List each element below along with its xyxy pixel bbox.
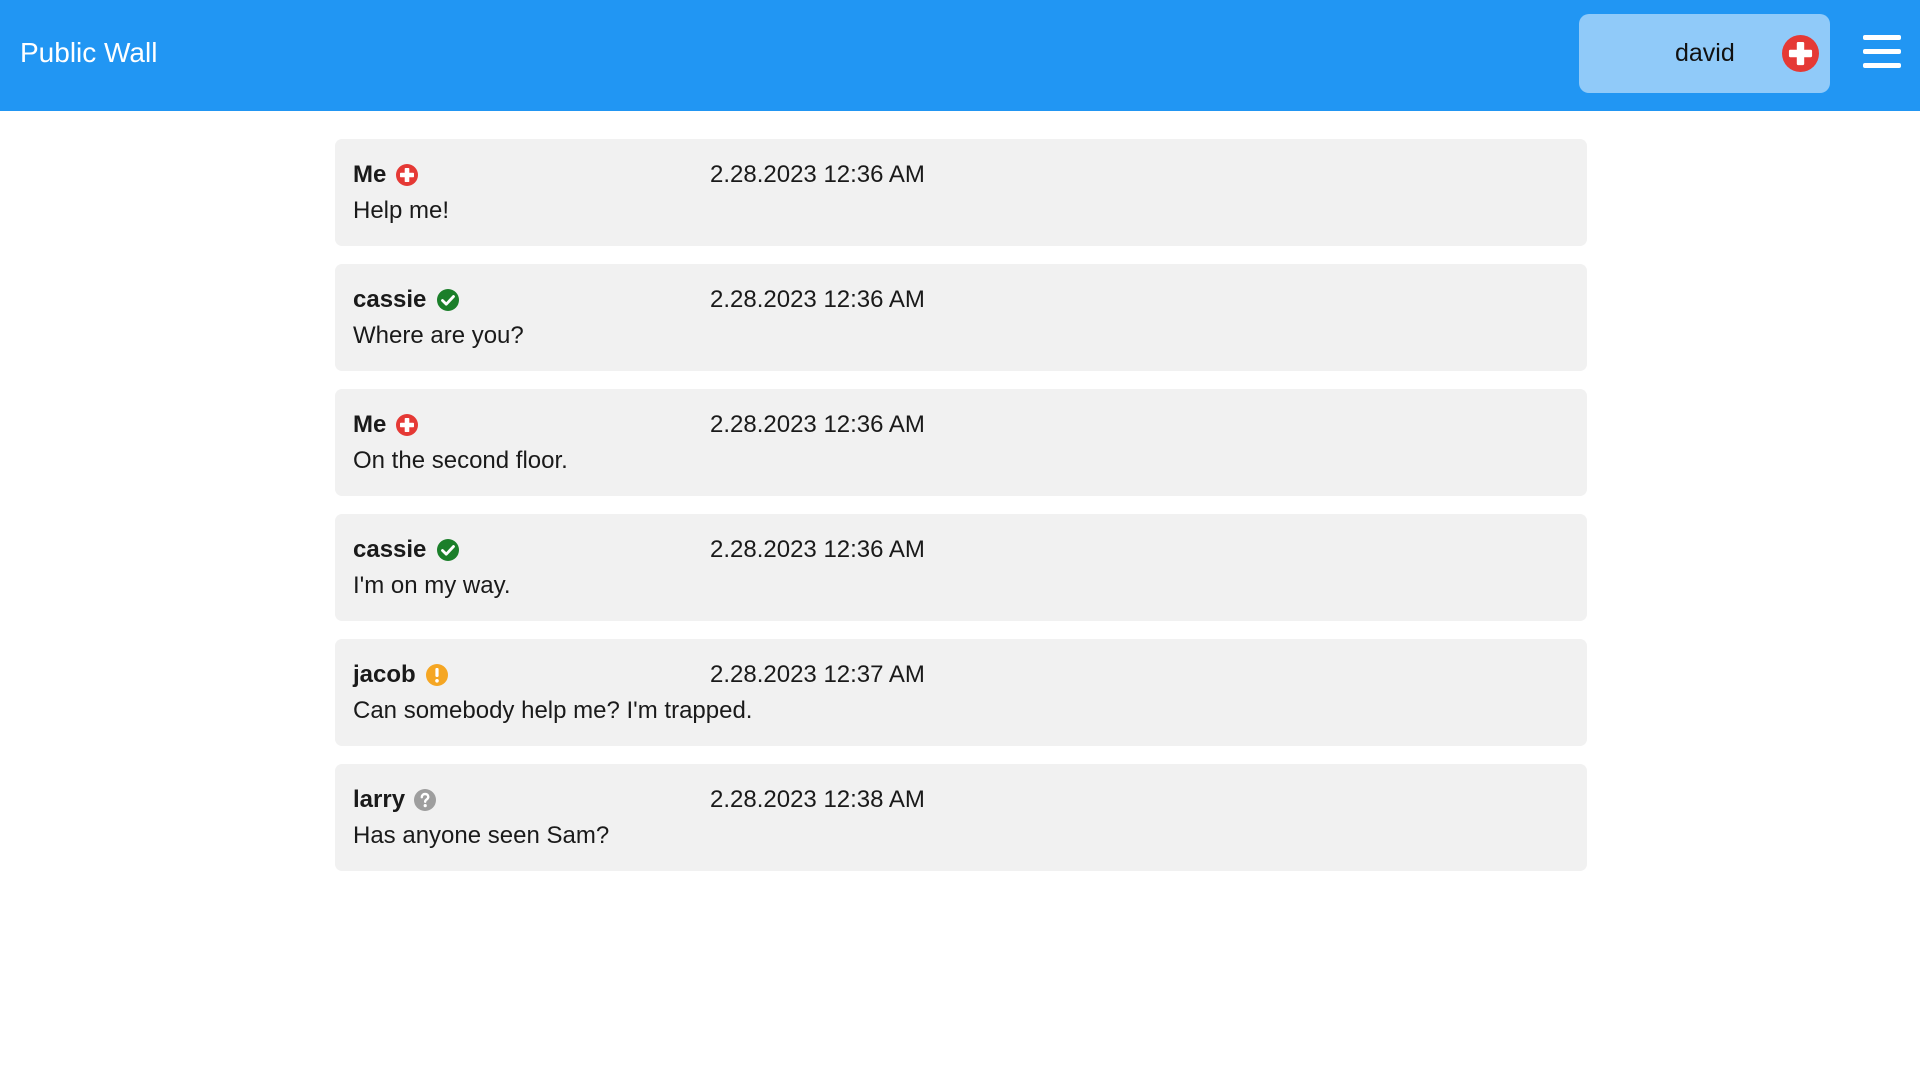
username-label: david bbox=[1675, 39, 1735, 67]
message-text: On the second floor. bbox=[353, 447, 568, 474]
message-text: Where are you? bbox=[353, 322, 524, 349]
message-author: Me bbox=[353, 161, 387, 188]
message-card: cassie 2.28.2023 12:36 AM I'm on my way. bbox=[335, 514, 1587, 621]
page-title: Public Wall bbox=[20, 37, 158, 68]
green-check-icon bbox=[436, 288, 460, 312]
message-card: jacob 2.28.2023 12:37 AM Can somebody he… bbox=[335, 639, 1587, 746]
grey-question-icon bbox=[413, 788, 437, 812]
message-text: Can somebody help me? I'm trapped. bbox=[353, 697, 753, 724]
message-author: cassie bbox=[353, 536, 427, 563]
message-timestamp: 2.28.2023 12:36 AM bbox=[710, 536, 925, 563]
message-timestamp: 2.28.2023 12:38 AM bbox=[710, 786, 925, 813]
message-text: Help me! bbox=[353, 197, 450, 224]
message-timestamp: 2.28.2023 12:37 AM bbox=[710, 661, 925, 688]
red-cross-icon bbox=[1782, 35, 1819, 72]
message-text: I'm on my way. bbox=[353, 572, 511, 599]
message-author: jacob bbox=[353, 661, 416, 688]
message-text: Has anyone seen Sam? bbox=[353, 822, 610, 849]
message-card: Me 2.28.2023 12:36 AM On the second floo… bbox=[335, 389, 1587, 496]
message-card: cassie 2.28.2023 12:36 AM Where are you? bbox=[335, 264, 1587, 371]
orange-exclamation-icon bbox=[425, 663, 449, 687]
user-status-chip[interactable]: david bbox=[1579, 14, 1830, 93]
message-author: cassie bbox=[353, 286, 427, 313]
red-cross-icon bbox=[395, 163, 419, 187]
message-timestamp: 2.28.2023 12:36 AM bbox=[710, 161, 925, 188]
message-card: Me 2.28.2023 12:36 AM Help me! bbox=[335, 139, 1587, 246]
message-timestamp: 2.28.2023 12:36 AM bbox=[710, 411, 925, 438]
message-timestamp: 2.28.2023 12:36 AM bbox=[710, 286, 925, 313]
message-list: Me 2.28.2023 12:36 AM Help me! cassie 2.… bbox=[335, 139, 1587, 889]
red-cross-icon bbox=[395, 413, 419, 437]
message-author: Me bbox=[353, 411, 387, 438]
hamburger-menu-icon[interactable] bbox=[1863, 35, 1901, 69]
message-author: larry bbox=[353, 786, 406, 813]
top-bar: Public Wall david bbox=[0, 0, 1920, 111]
message-card: larry 2.28.2023 12:38 AM Has anyone seen… bbox=[335, 764, 1587, 871]
green-check-icon bbox=[436, 538, 460, 562]
